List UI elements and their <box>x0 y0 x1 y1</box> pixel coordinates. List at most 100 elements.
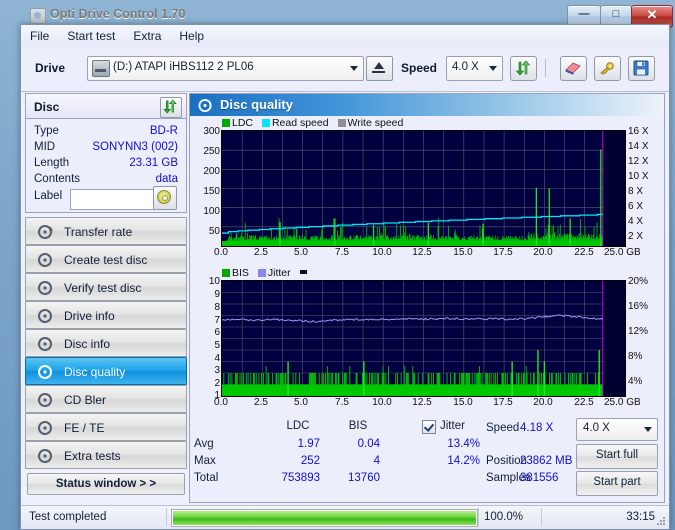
sidebar-item-create-test-disc[interactable]: Create test disc <box>25 245 187 273</box>
sidebar-item-disc-info[interactable]: Disc info <box>25 329 187 357</box>
speed-select[interactable]: 4.0 X <box>446 56 503 81</box>
x-tick-17.5: 17.5 <box>493 397 513 408</box>
disc-contents-label: Contents <box>34 173 81 185</box>
x-tick-20: 20.0 <box>533 247 553 258</box>
x-tick-7.5: 7.5 <box>335 397 349 408</box>
disc-label-cd-button[interactable] <box>153 186 177 210</box>
stats-total-bis: 13760 <box>348 472 380 484</box>
test-speed-select[interactable]: 4.0 X <box>576 418 658 441</box>
page-title: Disc quality <box>220 97 293 112</box>
x-tick-5: 5.0 <box>294 397 308 408</box>
refresh-icon <box>515 60 531 76</box>
status-bar: Test completed 100.0% 33:15 <box>21 505 669 529</box>
disc-icon <box>38 309 52 323</box>
sidebar-item-label: Verify test disc <box>64 281 142 295</box>
y2-tick-2x: 2 X <box>628 231 644 242</box>
erase-button[interactable] <box>560 56 587 81</box>
legend-swatch-read-speed <box>261 119 270 127</box>
sidebar-item-label: Drive info <box>64 309 115 323</box>
disc-length-value: 23.31 GB <box>129 157 178 169</box>
main-panel-header: Disc quality <box>190 94 664 116</box>
status-window-button[interactable]: Status window > > <box>27 473 185 495</box>
legend-label-ldc: LDC <box>232 117 254 129</box>
eject-button[interactable] <box>366 56 393 81</box>
disc-icon <box>38 225 54 239</box>
menu-start-test[interactable]: Start test <box>58 25 124 47</box>
y-tick-8: 8 <box>214 302 220 313</box>
y-tick-2: 2 <box>214 378 220 389</box>
stats-avg-ldc: 1.97 <box>297 438 320 450</box>
disc-icon <box>38 393 52 407</box>
stats-row-total-label: Total <box>194 472 219 484</box>
cd-disc-icon <box>157 190 171 204</box>
legend-swatch-extra <box>299 270 307 274</box>
x-tick-10: 10.0 <box>372 247 392 258</box>
x-tick-12.5: 12.5 <box>412 397 432 408</box>
disc-refresh-button[interactable] <box>160 97 182 118</box>
refresh-button[interactable] <box>510 56 537 81</box>
sidebar-item-cd-bler[interactable]: CD Bler <box>25 385 187 413</box>
y2-tick-4pct: 4% <box>628 376 643 387</box>
drive-select-value: (D:) ATAPI iHBS112 2 PL06 <box>113 61 254 73</box>
disc-contents-value: data <box>155 173 178 185</box>
x-tick-2.5: 2.5 <box>254 397 268 408</box>
disc-mid-value: SONYNN3 (002) <box>92 141 178 153</box>
sidebar-item-verify-test-disc[interactable]: Verify test disc <box>25 273 187 301</box>
x-tick-2.5: 2.5 <box>254 247 268 258</box>
jitter-checkbox[interactable] <box>422 420 436 434</box>
disc-panel-header: Disc <box>25 93 187 119</box>
start-part-button[interactable]: Start part <box>576 471 658 496</box>
resize-grip[interactable] <box>656 517 666 527</box>
sidebar-item-extra-tests[interactable]: Extra tests <box>25 441 187 469</box>
stats-header-bis: BIS <box>348 420 368 432</box>
eject-icon-bar <box>372 71 385 73</box>
disc-length-label: Length <box>34 157 70 169</box>
menu-extra[interactable]: Extra <box>124 25 170 47</box>
y-tick-5: 5 <box>214 340 220 351</box>
sidebar-item-transfer-rate[interactable]: Transfer rate <box>25 217 187 245</box>
legend-swatch-jitter <box>257 269 266 277</box>
progress-percent: 100.0% <box>484 511 524 523</box>
y2-tick-8pct: 8% <box>628 351 643 362</box>
progress-bar-fill <box>173 511 476 525</box>
toolbar-separator <box>545 59 546 77</box>
start-part-label: Start part <box>593 476 641 488</box>
sidebar-item-disc-quality[interactable]: Disc quality <box>25 357 187 385</box>
drive-toolbar: Drive (D:) ATAPI iHBS112 2 PL06 Speed 4.… <box>21 47 669 92</box>
sidebar-item-label: Disc quality <box>64 365 126 379</box>
key-icon <box>600 62 614 75</box>
key-button[interactable] <box>594 56 621 81</box>
elapsed-time: 33:15 <box>626 511 655 523</box>
x-tick-12.5: 12.5 <box>412 247 432 258</box>
stats-max-jitter: 14.2% <box>447 455 480 467</box>
disc-icon <box>38 281 52 295</box>
y-tick-9: 9 <box>214 289 220 300</box>
legend-label-read-speed: Read speed <box>271 117 329 129</box>
sidebar-item-fe-te[interactable]: FE / TE <box>25 413 187 441</box>
desktop-background: Opti Drive Control 1.70Zapisywanie jako … <box>0 0 675 530</box>
menu-file[interactable]: File <box>21 25 58 47</box>
disc-type-label: Type <box>34 125 59 137</box>
disc-label-input[interactable] <box>70 189 154 210</box>
stats-samples-value: 381556 <box>520 472 559 484</box>
menu-bar: File Start test Extra Help <box>21 25 669 48</box>
refresh-icon <box>163 99 177 114</box>
y-tick-6: 6 <box>214 327 220 338</box>
sidebar-item-label: CD Bler <box>64 393 107 407</box>
stats-total-ldc: 753893 <box>281 472 320 484</box>
x-tick-5: 5.0 <box>294 247 308 258</box>
y2-tick-12pct: 12% <box>628 326 649 337</box>
start-full-button[interactable]: Start full <box>576 444 658 469</box>
drive-select[interactable]: (D:) ATAPI iHBS112 2 PL06 <box>87 56 364 81</box>
menu-help[interactable]: Help <box>170 25 213 47</box>
stats-speed-label: Speed <box>486 422 520 434</box>
sidebar-item-label: Disc info <box>64 337 111 351</box>
window-title: Opti Drive Control 1.70 <box>50 7 186 21</box>
save-button[interactable] <box>628 56 655 81</box>
stats-header-ldc: LDC <box>286 420 310 432</box>
status-separator <box>541 508 542 526</box>
status-window-label: Status window > > <box>55 478 157 490</box>
stats-max-ldc: 252 <box>300 455 320 467</box>
plot-area <box>221 280 626 397</box>
sidebar-item-drive-info[interactable]: Drive info <box>25 301 187 329</box>
